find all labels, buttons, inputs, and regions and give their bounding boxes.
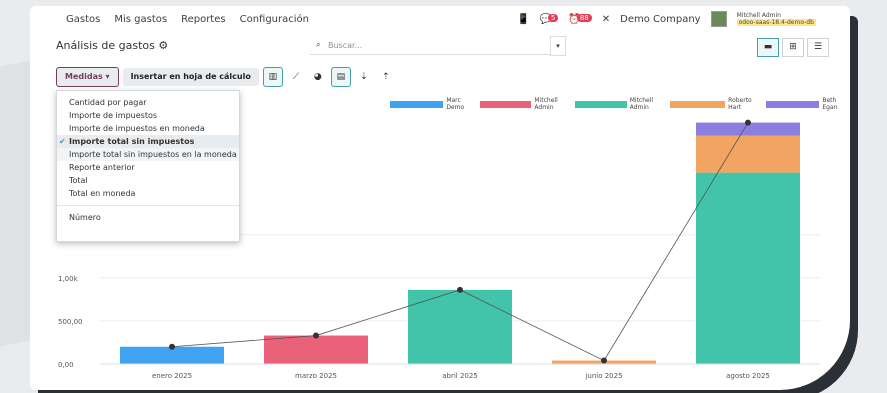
trend-point [313,332,319,339]
bar-segment [696,135,800,173]
x-tick-label: agosto 2025 [726,372,770,380]
measure-option[interactable]: Importe total sin impuestos en la moneda [57,148,239,161]
measure-option[interactable]: Total en moneda [57,187,239,200]
y-tick-label: 1,00k [58,275,79,283]
trend-point [601,357,607,364]
x-tick-label: junio 2025 [584,372,622,380]
trend-point [457,286,463,293]
app-window: Gastos Mis gastos Reportes Configuración… [30,6,850,390]
measure-option[interactable]: Cantidad por pagar [57,96,239,109]
dropdown-divider [57,205,239,206]
y-tick-label: 500,00 [58,318,83,326]
measure-option-label: Total en moneda [69,189,136,198]
measure-option[interactable]: Importe de impuestos en moneda [57,122,239,135]
measure-option[interactable]: Total [57,174,239,187]
measure-option-label: Total [69,176,88,185]
measure-option[interactable]: Importe de impuestos [57,109,239,122]
bar-segment [264,335,368,364]
measure-option-label: Número [69,213,101,222]
measure-option-label: Importe total sin impuestos en la moneda [69,150,237,159]
measure-option-count[interactable]: Número [57,211,239,224]
x-tick-label: marzo 2025 [295,372,337,380]
measures-dropdown: Cantidad por pagar Importe de impuestos Im… [56,90,240,242]
measure-option[interactable]: Reporte anterior [57,161,239,174]
background-shape [0,60,30,360]
x-tick-label: enero 2025 [152,372,192,380]
trend-point [169,343,175,350]
bar-segment [696,172,800,364]
measure-option-label: Importe de impuestos [69,111,158,120]
measure-option[interactable]: ✔ Importe total sin impuestos [57,135,239,148]
measure-option-label: Reporte anterior [69,163,135,172]
x-tick-label: abril 2025 [442,372,478,380]
measure-option-label: Importe de impuestos en moneda [69,124,205,133]
measure-option-label: Importe total sin impuestos [69,137,195,146]
check-icon: ✔ [59,137,66,146]
trend-point [745,119,751,126]
measure-option-label: Cantidad por pagar [69,98,147,107]
y-tick-label: 0,00 [58,361,74,369]
bar-segment [408,289,512,364]
